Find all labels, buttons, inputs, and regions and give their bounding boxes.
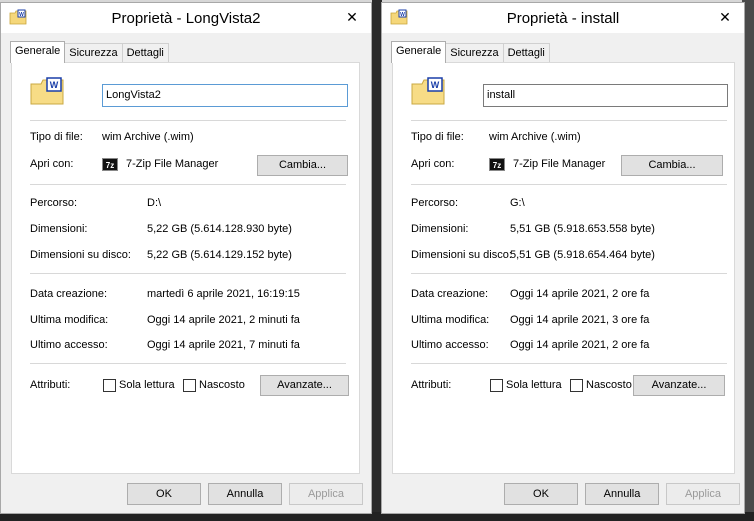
created-value: Oggi 14 aprile 2021, 2 ore fa <box>510 288 650 300</box>
disk-size-value: 5,51 GB (5.918.654.464 byte) <box>510 249 655 261</box>
hidden-checkbox[interactable] <box>570 379 583 392</box>
readonly-label[interactable]: Sola lettura <box>119 379 175 391</box>
separator <box>411 184 727 185</box>
readonly-checkbox[interactable] <box>490 379 503 392</box>
created-label: Data creazione: <box>30 288 108 300</box>
properties-dialog-install: W Proprietà - install ✕ Generale Sicurez… <box>381 2 745 514</box>
accessed-value: Oggi 14 aprile 2021, 7 minuti fa <box>147 339 300 351</box>
dialog-title: Proprietà - install <box>506 10 620 27</box>
modified-label: Ultima modifica: <box>411 314 490 326</box>
cancel-button[interactable]: Annulla <box>208 483 282 505</box>
tab-sicurezza[interactable]: Sicurezza <box>445 43 504 63</box>
tab-sicurezza[interactable]: Sicurezza <box>64 43 123 63</box>
disk-size-label: Dimensioni su disco: <box>30 249 131 261</box>
tab-generale[interactable]: Generale <box>391 41 447 63</box>
path-value: D:\ <box>147 197 162 209</box>
tab-dettagli[interactable]: Dettagli <box>502 43 550 63</box>
readonly-label[interactable]: Sola lettura <box>506 379 562 391</box>
attributes-label: Attributi: <box>411 379 452 391</box>
filename-input[interactable]: install <box>483 84 728 107</box>
open-with-value: 7-Zip File Manager <box>126 158 219 170</box>
properties-dialog-longvista2: W Proprietà - LongVista2 ✕ Generale Sicu… <box>0 2 372 514</box>
advanced-button[interactable]: Avanzate... <box>260 375 349 396</box>
close-icon[interactable]: ✕ <box>339 6 365 28</box>
wim-file-large-icon: W <box>30 77 64 105</box>
close-icon[interactable]: ✕ <box>712 6 738 28</box>
accessed-value: Oggi 14 aprile 2021, 2 ore fa <box>510 339 650 351</box>
separator <box>30 120 346 121</box>
tab-dettagli[interactable]: Dettagli <box>121 43 169 63</box>
tab-generale[interactable]: Generale <box>10 41 66 63</box>
size-label: Dimensioni: <box>30 223 88 235</box>
change-button[interactable]: Cambia... <box>257 155 348 176</box>
created-value: martedì 6 aprile 2021, 16:19:15 <box>147 288 300 300</box>
modified-value: Oggi 14 aprile 2021, 2 minuti fa <box>147 314 300 326</box>
general-tab-panel: W install Tipo di file: wim Archive (.wi… <box>392 62 735 474</box>
separator <box>30 273 346 274</box>
modified-value: Oggi 14 aprile 2021, 3 ore fa <box>510 314 650 326</box>
separator <box>30 184 346 185</box>
svg-text:W: W <box>431 80 440 90</box>
apply-button[interactable]: Applica <box>666 483 740 505</box>
filename-input[interactable]: LongVista2 <box>102 84 348 107</box>
created-label: Data creazione: <box>411 288 489 300</box>
separator <box>411 273 727 274</box>
open-with-value: 7-Zip File Manager <box>513 158 606 170</box>
ok-button[interactable]: OK <box>127 483 201 505</box>
change-button[interactable]: Cambia... <box>621 155 723 176</box>
separator <box>411 120 727 121</box>
file-type-value: wim Archive (.wim) <box>489 131 581 143</box>
file-type-value: wim Archive (.wim) <box>102 131 194 143</box>
path-value: G:\ <box>510 197 525 209</box>
readonly-checkbox[interactable] <box>103 379 116 392</box>
advanced-button[interactable]: Avanzate... <box>633 375 725 396</box>
accessed-label: Ultimo accesso: <box>411 339 489 351</box>
accessed-label: Ultimo accesso: <box>30 339 108 351</box>
cancel-button[interactable]: Annulla <box>585 483 659 505</box>
modified-label: Ultima modifica: <box>30 314 109 326</box>
attributes-label: Attributi: <box>30 379 71 391</box>
disk-size-label: Dimensioni su disco: <box>411 249 512 261</box>
hidden-checkbox[interactable] <box>183 379 196 392</box>
file-type-label: Tipo di file: <box>30 131 83 143</box>
7zip-icon: 7z <box>489 158 505 171</box>
path-label: Percorso: <box>411 197 459 209</box>
size-value: 5,51 GB (5.918.653.558 byte) <box>510 223 655 235</box>
size-value: 5,22 GB (5.614.128.930 byte) <box>147 223 292 235</box>
7zip-icon: 7z <box>102 158 118 171</box>
svg-text:W: W <box>50 80 59 90</box>
general-tab-panel: W LongVista2 Tipo di file: wim Archive (… <box>11 62 360 474</box>
separator <box>411 363 727 364</box>
ok-button[interactable]: OK <box>504 483 578 505</box>
size-label: Dimensioni: <box>411 223 469 235</box>
apply-button[interactable]: Applica <box>289 483 363 505</box>
wim-file-large-icon: W <box>411 77 445 105</box>
dialog-title: Proprietà - LongVista2 <box>111 10 261 27</box>
tab-strip: Generale Sicurezza Dettagli <box>391 41 550 63</box>
path-label: Percorso: <box>30 197 78 209</box>
hidden-label[interactable]: Nascosto <box>199 379 245 391</box>
title-bar[interactable]: W Proprietà - LongVista2 ✕ <box>1 3 371 33</box>
separator <box>30 363 346 364</box>
hidden-label[interactable]: Nascosto <box>586 379 632 391</box>
title-bar[interactable]: W Proprietà - install ✕ <box>382 3 744 33</box>
tab-strip: Generale Sicurezza Dettagli <box>10 41 169 63</box>
file-type-label: Tipo di file: <box>411 131 464 143</box>
open-with-label: Apri con: <box>30 158 74 170</box>
open-with-label: Apri con: <box>411 158 455 170</box>
disk-size-value: 5,22 GB (5.614.129.152 byte) <box>147 249 292 261</box>
